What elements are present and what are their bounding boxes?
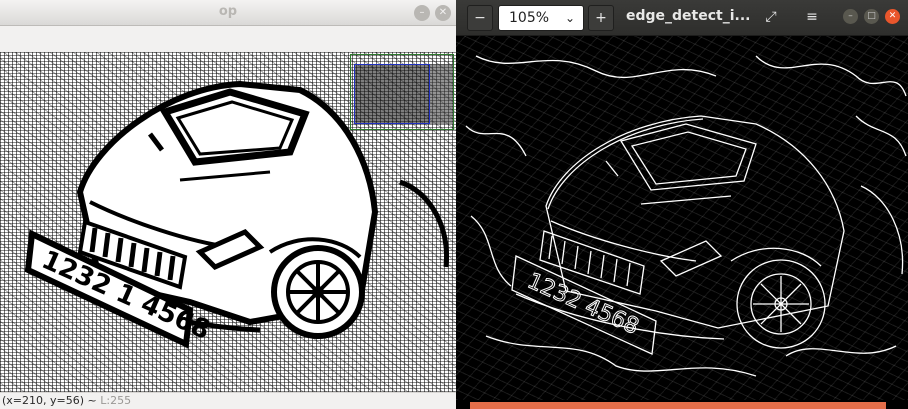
cursor-coordinates: (x=210, y=56) ~ (2, 394, 97, 407)
edge-detect-image[interactable]: 1232 4568 (456, 36, 908, 400)
chevron-down-icon[interactable]: ⌄ (565, 6, 575, 30)
hamburger-menu-icon[interactable]: ≡ (797, 5, 827, 31)
close-icon[interactable]: ✕ (435, 5, 451, 21)
op-window-title: op (218, 4, 238, 19)
expand-icon[interactable]: ⤢ (756, 5, 786, 31)
close-icon[interactable]: ✕ (885, 9, 900, 24)
op-window: op – ✕ 1232 1 4568 (x=210, y=56) ~ L:255 (0, 0, 456, 409)
viewer-accent-bar (470, 402, 886, 409)
minimize-icon[interactable]: – (843, 9, 858, 24)
op-titlebar[interactable]: op – ✕ (0, 0, 456, 26)
viewer-window-title: edge_detect_i... (626, 8, 751, 24)
edge-detect-window: − 105% ⌄ + edge_detect_i... ⤢ ≡ – □ ✕ 12… (456, 0, 908, 409)
op-statusbar: (x=210, y=56) ~ L:255 (0, 392, 456, 409)
zoom-level-dropdown[interactable]: 105% ⌄ (498, 5, 584, 31)
zoom-level-value: 105% (509, 10, 550, 26)
roi-outer-box (350, 54, 454, 130)
car-edge-drawing: 1232 4568 (465, 55, 907, 377)
op-toolbar (0, 26, 456, 52)
pixel-value: L:255 (100, 394, 132, 407)
maximize-icon[interactable]: □ (864, 9, 879, 24)
threshold-image[interactable]: 1232 1 4568 (0, 52, 456, 392)
minus-icon[interactable]: − (467, 5, 493, 31)
viewer-headerbar[interactable]: − 105% ⌄ + edge_detect_i... ⤢ ≡ – □ ✕ (456, 0, 908, 36)
minimize-icon[interactable]: – (414, 5, 430, 21)
plus-icon[interactable]: + (588, 5, 614, 31)
